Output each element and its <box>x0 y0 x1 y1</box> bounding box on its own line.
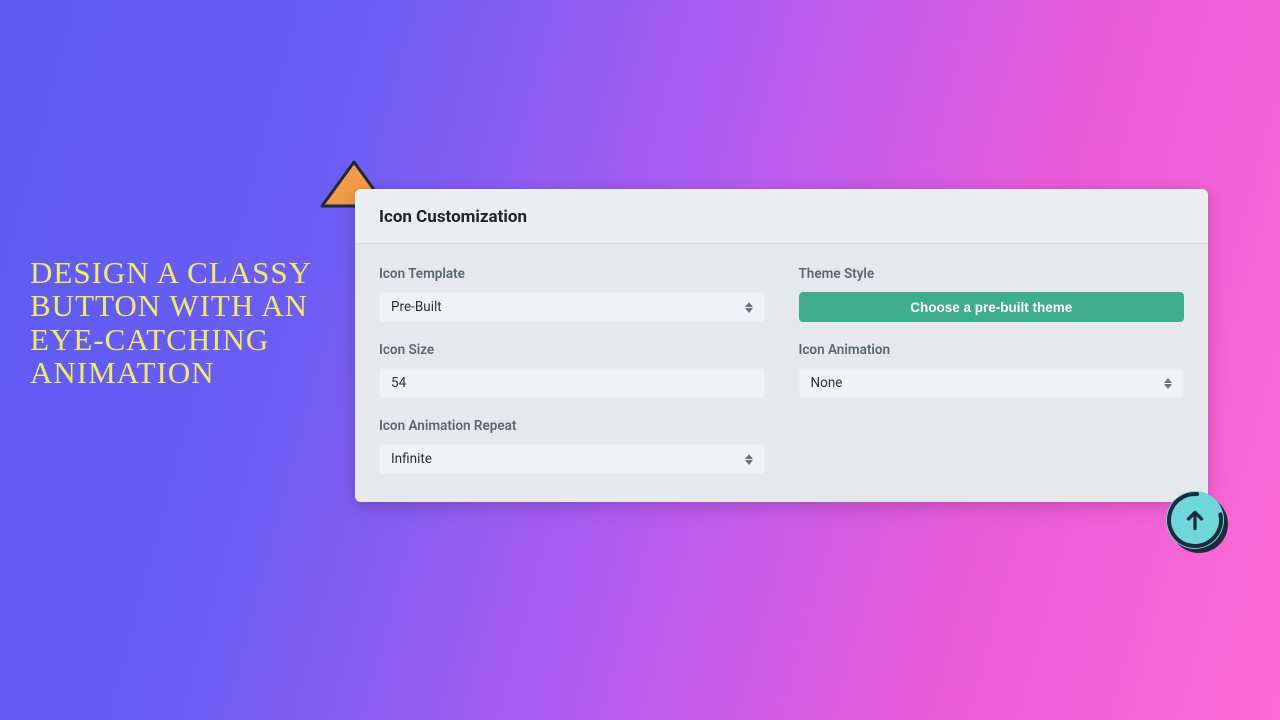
field-icon-template: Icon Template Pre-Built <box>379 266 765 322</box>
label-icon-animation-repeat: Icon Animation Repeat <box>379 418 765 434</box>
label-theme-style: Theme Style <box>799 266 1185 282</box>
panel-header: Icon Customization <box>355 189 1208 244</box>
page-headline: DESIGN A CLASSY BUTTON WITH AN EYE-CATCH… <box>30 256 330 390</box>
select-icon-animation-repeat-value: Infinite <box>391 451 432 467</box>
panel-body: Icon Template Pre-Built Theme Style Choo… <box>355 244 1208 502</box>
select-icon-animation-value: None <box>811 375 843 391</box>
field-icon-animation-repeat: Icon Animation Repeat Infinite <box>379 418 765 474</box>
stepper-icon <box>745 302 753 313</box>
field-icon-animation: Icon Animation None <box>799 342 1185 398</box>
label-icon-animation: Icon Animation <box>799 342 1185 358</box>
arrow-up-icon <box>1182 507 1208 533</box>
select-icon-template[interactable]: Pre-Built <box>379 292 765 322</box>
empty-cell <box>799 418 1185 474</box>
field-theme-style: Theme Style Choose a pre-built theme <box>799 266 1185 322</box>
choose-prebuilt-theme-button[interactable]: Choose a pre-built theme <box>799 292 1185 322</box>
select-icon-template-value: Pre-Built <box>391 299 442 315</box>
icon-customization-panel: Icon Customization Icon Template Pre-Bui… <box>355 189 1208 502</box>
select-icon-animation-repeat[interactable]: Infinite <box>379 444 765 474</box>
label-icon-size: Icon Size <box>379 342 765 358</box>
field-icon-size: Icon Size 54 <box>379 342 765 398</box>
select-icon-animation[interactable]: None <box>799 368 1185 398</box>
scroll-to-top-button[interactable] <box>1166 491 1224 549</box>
input-icon-size[interactable]: 54 <box>379 368 765 398</box>
input-icon-size-value: 54 <box>391 375 406 391</box>
stepper-icon <box>1164 378 1172 389</box>
stepper-icon <box>745 454 753 465</box>
panel-title: Icon Customization <box>379 207 1184 227</box>
label-icon-template: Icon Template <box>379 266 765 282</box>
